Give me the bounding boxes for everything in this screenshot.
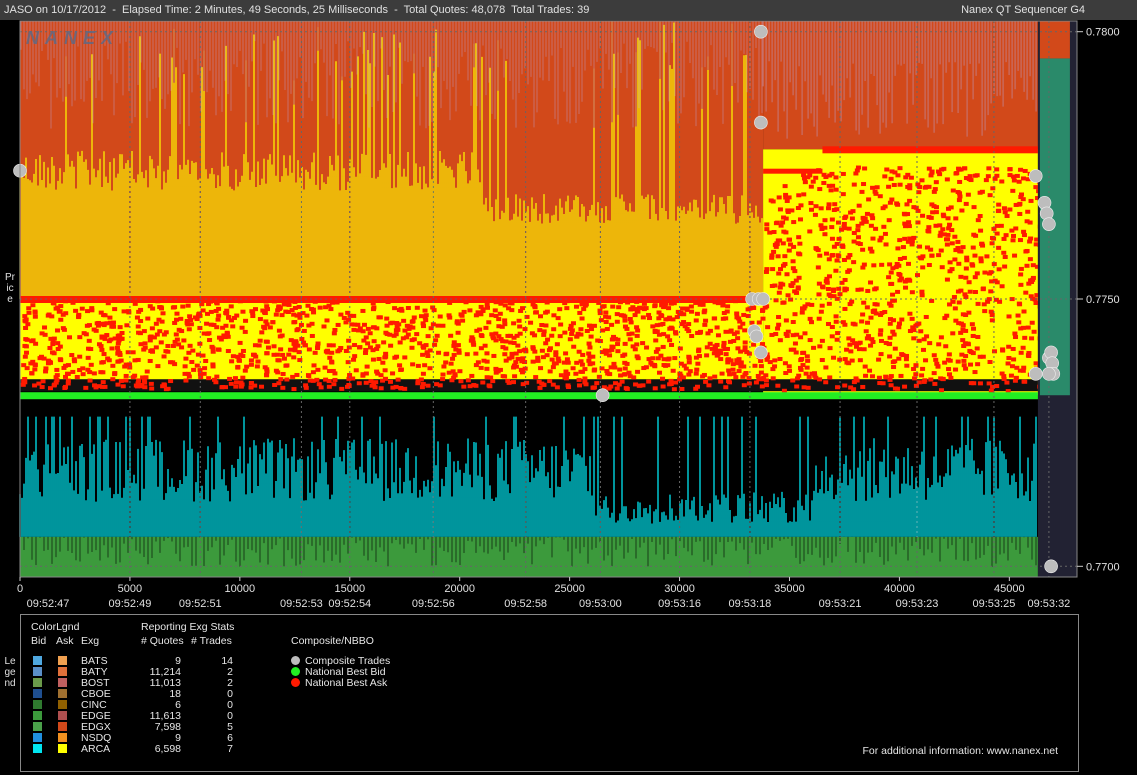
- x-tick-label: 5000: [118, 583, 142, 595]
- nanex-watermark: NANEX: [26, 28, 119, 48]
- legend-bid-swatch: [33, 700, 42, 709]
- x-tick-label: 30000: [664, 583, 695, 595]
- x-tick-label: 10000: [225, 583, 256, 595]
- trade-marker: [1028, 169, 1043, 183]
- time-label: 09:52:54: [328, 598, 371, 610]
- legend-ask-swatch: [58, 667, 67, 676]
- time-label: 09:52:56: [412, 598, 455, 610]
- composite-legend-dot: [291, 656, 300, 665]
- time-label: 09:53:18: [728, 598, 771, 610]
- time-label: 09:52:49: [109, 598, 152, 610]
- legend-bid-swatch: [33, 722, 42, 731]
- legend-ask-swatch: [58, 656, 67, 665]
- time-label: 09:53:00: [579, 598, 622, 610]
- legend-bid-swatch: [33, 656, 42, 665]
- time-label: 09:52:51: [179, 598, 222, 610]
- legend-ask-swatch: [58, 722, 67, 731]
- legend-side-label: Legend: [4, 656, 16, 689]
- legend-bid-swatch: [33, 678, 42, 687]
- collapse-ask: [1039, 21, 1070, 59]
- legend-panel: ColorLgnd Reporting Exg Stats Bid Ask Ex…: [20, 614, 1079, 772]
- quote-sequence-chart: NANEX 0.7800 0.7750 0.7700 0 5000 10000 15000 20…: [13, 20, 1120, 610]
- legend-exg-label: ARCA: [81, 743, 111, 755]
- composite-legend-dot: [291, 667, 300, 676]
- time-label: 09:53:23: [896, 598, 939, 610]
- x-tick-label: 45000: [994, 583, 1025, 595]
- info-link[interactable]: For additional information: www.nanex.ne…: [862, 745, 1058, 757]
- legend-col-quotes: # Quotes: [141, 635, 184, 647]
- y-tick-label: 0.7750: [1086, 294, 1120, 306]
- time-label: 09:52:58: [504, 598, 547, 610]
- composite-nbbo-title: Composite/NBBO: [291, 635, 374, 647]
- legend-bid-swatch: [33, 733, 42, 742]
- legend-ask-swatch: [58, 711, 67, 720]
- legend-ask-swatch: [58, 744, 67, 753]
- legend-bid-swatch: [33, 667, 42, 676]
- y-tick-label: 0.7700: [1086, 561, 1120, 573]
- ask-line-step: [763, 168, 823, 174]
- time-label: 09:53:16: [658, 598, 701, 610]
- time-label: 09:52:53: [280, 598, 323, 610]
- trade-marker: [595, 388, 610, 403]
- colorlgnd-label: ColorLgnd: [31, 621, 80, 633]
- legend-col-exg: Exg: [81, 635, 100, 647]
- national-best-bid-line: [20, 392, 1038, 400]
- legend-ask-swatch: [58, 700, 67, 709]
- legend-col-trades: # Trades: [191, 635, 232, 647]
- time-label: 09:53:32: [1027, 598, 1070, 610]
- x-tick-label: 20000: [444, 583, 475, 595]
- reporting-stats-label: Reporting Exg Stats: [141, 621, 235, 633]
- time-label: 09:52:47: [27, 598, 70, 610]
- trade-marker: [754, 345, 768, 360]
- spread-fill: [20, 299, 764, 384]
- trade-marker: [754, 24, 768, 39]
- edge-bid-band: [20, 536, 1038, 577]
- trade-marker: [1028, 367, 1043, 381]
- x-tick-label: 25000: [554, 583, 585, 595]
- trade-marker: [1042, 367, 1056, 381]
- composite-legend-dot: [291, 678, 300, 687]
- legend-quotes-value: 6,598: [154, 743, 181, 755]
- x-tick-label: 35000: [774, 583, 805, 595]
- legend-bid-swatch: [33, 689, 42, 698]
- x-tick-label: 40000: [884, 583, 915, 595]
- x-tick-label: 15000: [334, 583, 365, 595]
- legend-col-bid: Bid: [31, 635, 47, 647]
- legend-col-ask: Ask: [56, 635, 74, 647]
- legend-ask-swatch: [58, 733, 67, 742]
- legend-trades-value: 7: [227, 743, 233, 755]
- composite-legend-label: National Best Ask: [305, 677, 388, 689]
- legend-bid-swatch: [33, 711, 42, 720]
- ask-line-right: [822, 146, 1038, 154]
- legend-bid-swatch: [33, 744, 42, 753]
- trade-marker: [749, 329, 764, 344]
- x-tick-label: 0: [17, 583, 23, 595]
- time-label: 09:53:25: [973, 598, 1016, 610]
- trade-marker: [754, 115, 768, 130]
- trade-marker: [1044, 559, 1058, 574]
- trade-marker: [756, 292, 770, 306]
- trade-marker: [1042, 217, 1056, 231]
- y-tick-label: 0.7800: [1086, 27, 1120, 39]
- time-label: 09:53:21: [819, 598, 862, 610]
- legend-ask-swatch: [58, 678, 67, 687]
- legend-ask-swatch: [58, 689, 67, 698]
